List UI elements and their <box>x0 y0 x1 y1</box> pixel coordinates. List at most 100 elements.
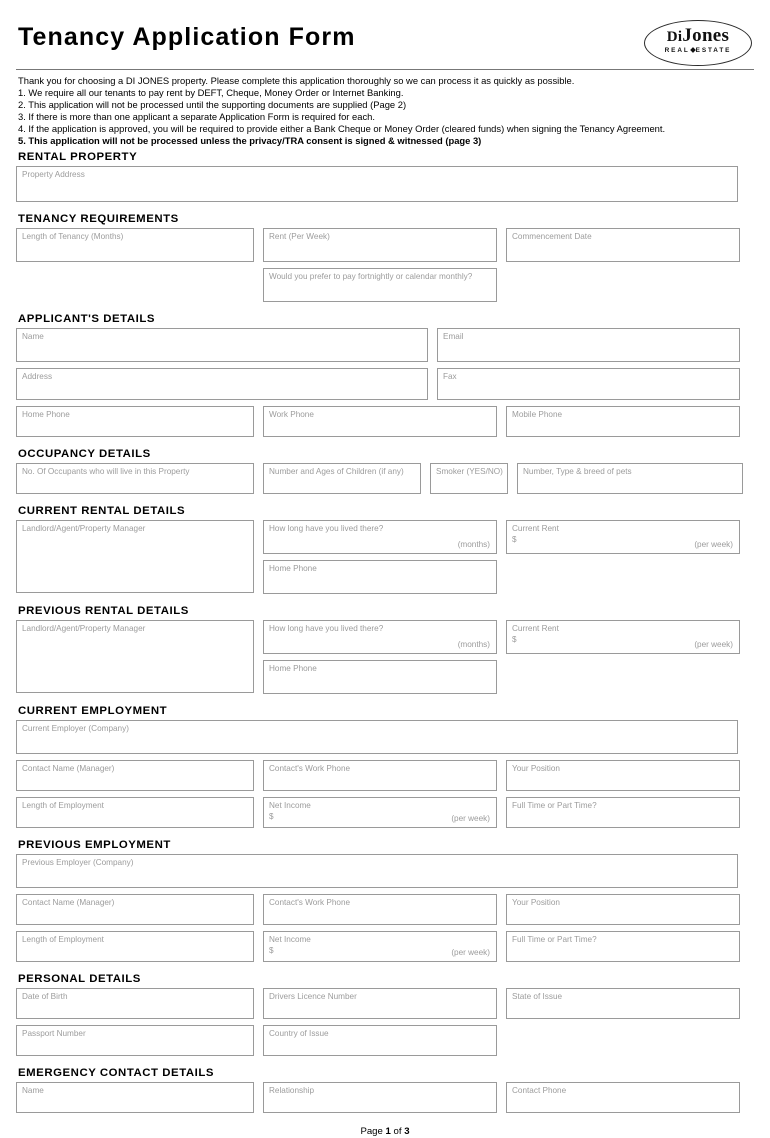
property-address-field[interactable]: Property Address <box>16 166 738 203</box>
passport-number-label: Passport Number <box>22 1029 86 1039</box>
instructions-block: Thank you for choosing a DI JONES proper… <box>18 75 754 146</box>
previous-how-long-field[interactable]: How long have you lived there? (months) <box>263 620 497 655</box>
current-rent-field[interactable]: Current Rent $ (per week) <box>506 520 740 555</box>
children-ages-field[interactable]: Number and Ages of Children (if any) <box>263 463 421 495</box>
instruction-line: 3. If there is more than one applicant a… <box>18 110 375 122</box>
current-contact-phone-field[interactable]: Contact's Work Phone <box>263 760 497 792</box>
current-full-or-part-field[interactable]: Full Time or Part Time? <box>506 797 740 829</box>
instruction-line: 2. This application will not be processe… <box>18 98 407 110</box>
previous-rental-home-phone-field[interactable]: Home Phone <box>263 660 497 695</box>
applicant-email-label: Email <box>443 332 464 342</box>
previous-full-or-part-field[interactable]: Full Time or Part Time? <box>506 931 740 963</box>
previous-employment-income-row: Length of Employment Net Income $ (per w… <box>16 931 754 968</box>
form-header: Tenancy Application Form DiJones REAL EST… <box>16 20 754 68</box>
rent-per-week-field[interactable]: Rent (Per Week) <box>263 228 497 263</box>
pets-field[interactable]: Number, Type & breed of pets <box>517 463 743 495</box>
footer-total-pages: 3 <box>404 1126 410 1138</box>
current-net-income-field[interactable]: Net Income $ (per week) <box>263 797 497 829</box>
current-position-field[interactable]: Your Position <box>506 760 740 792</box>
commencement-date-label: Commencement Date <box>512 232 592 242</box>
drivers-licence-field[interactable]: Drivers Licence Number <box>263 988 497 1020</box>
state-of-issue-field[interactable]: State of Issue <box>506 988 740 1020</box>
occupants-count-label: No. Of Occupants who will live in this P… <box>22 467 190 477</box>
applicant-fax-label: Fax <box>443 372 457 382</box>
current-employment-contact-row: Contact Name (Manager) Contact's Work Ph… <box>16 760 754 797</box>
previous-employer-row: Previous Employer (Company) <box>16 854 754 894</box>
applicant-address-row: Address Fax <box>16 368 754 406</box>
passport-number-field[interactable]: Passport Number <box>16 1025 254 1057</box>
previous-contact-name-field[interactable]: Contact Name (Manager) <box>16 894 254 926</box>
current-landlord-field[interactable]: Landlord/Agent/Property Manager <box>16 520 254 594</box>
previous-rent-suffix: (per week) <box>694 640 733 650</box>
current-rental-details-row: Landlord/Agent/Property Manager How long… <box>16 520 754 600</box>
previous-net-income-suffix: (per week) <box>451 948 490 958</box>
occupancy-details-row: No. Of Occupants who will live in this P… <box>16 463 754 500</box>
current-employer-row: Current Employer (Company) <box>16 720 754 760</box>
rent-per-week-label: Rent (Per Week) <box>269 232 330 242</box>
previous-contact-phone-field[interactable]: Contact's Work Phone <box>263 894 497 926</box>
previous-position-field[interactable]: Your Position <box>506 894 740 926</box>
previous-position-label: Your Position <box>512 898 560 908</box>
applicant-address-field[interactable]: Address <box>16 368 428 401</box>
current-contact-name-field[interactable]: Contact Name (Manager) <box>16 760 254 792</box>
previous-rent-label: Current Rent <box>512 624 559 634</box>
header-divider <box>16 69 754 70</box>
current-how-long-field[interactable]: How long have you lived there? (months) <box>263 520 497 555</box>
work-phone-label: Work Phone <box>269 410 314 420</box>
current-full-or-part-label: Full Time or Part Time? <box>512 801 597 811</box>
previous-net-income-label: Net Income <box>269 935 311 945</box>
tenancy-application-page: Tenancy Application Form DiJones REAL EST… <box>0 0 770 1137</box>
country-of-issue-field[interactable]: Country of Issue <box>263 1025 497 1057</box>
emergency-relationship-field[interactable]: Relationship <box>263 1082 497 1114</box>
date-of-birth-label: Date of Birth <box>22 992 68 1002</box>
applicant-name-row: Name Email <box>16 328 754 368</box>
section-heading-previous-rental-details: PREVIOUS RENTAL DETAILS <box>18 605 189 618</box>
work-phone-field[interactable]: Work Phone <box>263 406 497 438</box>
previous-net-income-field[interactable]: Net Income $ (per week) <box>263 931 497 963</box>
logo-tagline: REAL ESTATE <box>644 47 752 54</box>
current-rental-home-phone-field[interactable]: Home Phone <box>263 560 497 595</box>
emergency-contact-row: Name Relationship Contact Phone <box>16 1082 754 1119</box>
instruction-line-emphasis: 5. This application will not be processe… <box>18 134 482 146</box>
previous-employment-contact-row: Contact Name (Manager) Contact's Work Ph… <box>16 894 754 931</box>
length-of-tenancy-label: Length of Tenancy (Months) <box>22 232 124 242</box>
section-heading-current-rental-details: CURRENT RENTAL DETAILS <box>18 505 186 518</box>
previous-rent-field[interactable]: Current Rent $ (per week) <box>506 620 740 655</box>
children-ages-label: Number and Ages of Children (if any) <box>269 467 404 477</box>
logo-brand-di: Di <box>666 29 683 45</box>
applicant-email-field[interactable]: Email <box>437 328 740 363</box>
payment-preference-field[interactable]: Would you prefer to pay fortnightly or c… <box>263 268 497 303</box>
current-how-long-suffix: (months) <box>457 540 490 550</box>
length-of-tenancy-field[interactable]: Length of Tenancy (Months) <box>16 228 254 263</box>
emergency-name-field[interactable]: Name <box>16 1082 254 1114</box>
commencement-date-field[interactable]: Commencement Date <box>506 228 740 263</box>
occupants-count-field[interactable]: No. Of Occupants who will live in this P… <box>16 463 254 495</box>
previous-landlord-field[interactable]: Landlord/Agent/Property Manager <box>16 620 254 694</box>
home-phone-label: Home Phone <box>22 410 70 420</box>
previous-employer-field[interactable]: Previous Employer (Company) <box>16 854 738 889</box>
personal-details-row-2: Passport Number Country of Issue <box>16 1025 754 1062</box>
previous-landlord-label: Landlord/Agent/Property Manager <box>22 624 146 634</box>
current-employer-label: Current Employer (Company) <box>22 724 129 734</box>
previous-rent-currency: $ <box>512 635 517 645</box>
current-net-income-currency: $ <box>269 812 274 822</box>
instruction-line: Thank you for choosing a DI JONES proper… <box>18 75 575 86</box>
current-length-employment-field[interactable]: Length of Employment <box>16 797 254 829</box>
home-phone-field[interactable]: Home Phone <box>16 406 254 438</box>
smoker-field[interactable]: Smoker (YES/NO) <box>430 463 508 495</box>
section-heading-tenancy-requirements: TENANCY REQUIREMENTS <box>18 213 179 226</box>
mobile-phone-field[interactable]: Mobile Phone <box>506 406 740 438</box>
previous-length-employment-field[interactable]: Length of Employment <box>16 931 254 963</box>
date-of-birth-field[interactable]: Date of Birth <box>16 988 254 1020</box>
applicant-fax-field[interactable]: Fax <box>437 368 740 401</box>
previous-contact-phone-label: Contact's Work Phone <box>269 898 351 908</box>
previous-employer-label: Previous Employer (Company) <box>22 858 134 868</box>
current-employer-field[interactable]: Current Employer (Company) <box>16 720 738 755</box>
current-rent-suffix: (per week) <box>694 540 733 550</box>
section-heading-current-employment: CURRENT EMPLOYMENT <box>18 705 168 718</box>
applicant-name-field[interactable]: Name <box>16 328 428 363</box>
drivers-licence-label: Drivers Licence Number <box>269 992 357 1002</box>
emergency-contact-phone-field[interactable]: Contact Phone <box>506 1082 740 1114</box>
section-heading-personal-details: PERSONAL DETAILS <box>18 973 141 986</box>
previous-rental-home-phone-label: Home Phone <box>269 664 317 674</box>
